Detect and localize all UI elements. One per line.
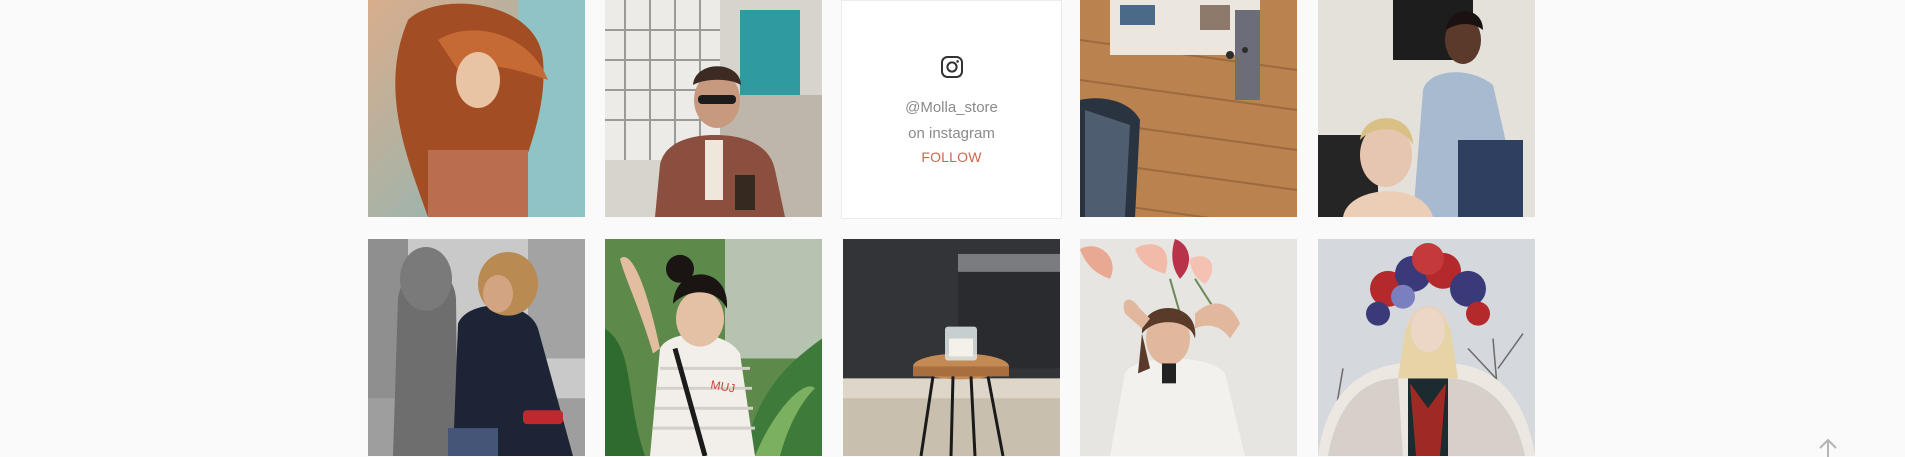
instagram-follow-card: @Molla_store on instagram FOLLOW: [841, 0, 1062, 219]
photo-woman-tropical-plants[interactable]: MUJ: [605, 239, 822, 456]
instagram-handle: @Molla_store: [905, 98, 998, 116]
photo-man-sunglasses-cafe[interactable]: [605, 0, 822, 217]
photo-woman-floral-crown[interactable]: [1318, 239, 1535, 456]
photo-woman-flowers[interactable]: [1080, 239, 1297, 456]
photo-store-floor-clothing-rack[interactable]: [1080, 0, 1297, 217]
photo-mother-child-street[interactable]: [368, 239, 585, 456]
arrow-up-icon: [1819, 438, 1837, 457]
instagram-icon: [940, 55, 963, 78]
instagram-gallery-section: @Molla_store on instagram FOLLOW MUJ: [0, 0, 1905, 457]
instagram-follow-link[interactable]: FOLLOW: [921, 149, 981, 165]
photo-stool-candle-interior[interactable]: [843, 239, 1060, 456]
scroll-to-top-button[interactable]: [1816, 438, 1840, 457]
photo-two-women-portrait[interactable]: [1318, 0, 1535, 217]
photo-woman-windswept-hair[interactable]: [368, 0, 585, 217]
instagram-subtext: on instagram: [908, 124, 995, 142]
instagram-grid: @Molla_store on instagram FOLLOW MUJ: [368, 0, 1536, 457]
